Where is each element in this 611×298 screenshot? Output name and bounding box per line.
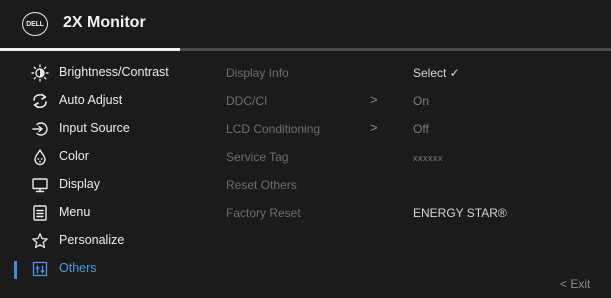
menu-item-input-source[interactable]: Input Source bbox=[0, 115, 190, 143]
star-icon bbox=[31, 232, 49, 250]
menu-item-label: Menu bbox=[59, 205, 91, 219]
brightness-icon bbox=[31, 64, 49, 82]
chevron-right-icon[interactable]: > bbox=[370, 120, 378, 135]
menu-progress-track bbox=[0, 48, 611, 51]
menu-item-color[interactable]: Color bbox=[0, 143, 190, 171]
osd-header: DELL 2X Monitor bbox=[0, 0, 611, 48]
setting-reset-others[interactable]: Reset Others bbox=[226, 178, 297, 192]
chevron-right-icon[interactable]: > bbox=[370, 92, 378, 107]
energy-star-label: ENERGY STAR® bbox=[413, 206, 507, 220]
setting-display-info[interactable]: Display Info bbox=[226, 66, 289, 80]
exit-button[interactable]: < Exit bbox=[560, 277, 590, 291]
menu-item-label: Auto Adjust bbox=[59, 93, 123, 107]
menu-item-label: Color bbox=[59, 149, 89, 163]
menu-item-label: Brightness/Contrast bbox=[59, 65, 169, 79]
ddc-ci-value: On bbox=[413, 94, 430, 108]
display-info-value[interactable]: Select ✓ bbox=[413, 66, 460, 80]
menu-item-label: Input Source bbox=[59, 121, 130, 135]
menu-icon bbox=[31, 204, 49, 222]
menu-item-personalize[interactable]: Personalize bbox=[0, 227, 190, 255]
menu-item-menu[interactable]: Menu bbox=[0, 199, 190, 227]
others-icon bbox=[31, 260, 49, 278]
menu-progress-fill bbox=[0, 48, 180, 51]
menu-item-display[interactable]: Display bbox=[0, 171, 190, 199]
active-indicator bbox=[14, 261, 17, 279]
lcd-conditioning-value: Off bbox=[413, 122, 429, 136]
menu-item-label: Others bbox=[59, 261, 97, 275]
menu-item-auto-adjust[interactable]: Auto Adjust bbox=[0, 87, 190, 115]
setting-ddc-ci[interactable]: DDC/CI bbox=[226, 94, 267, 108]
color-icon bbox=[31, 148, 49, 166]
setting-lcd-conditioning[interactable]: LCD Conditioning bbox=[226, 122, 320, 136]
input-source-icon bbox=[31, 120, 49, 138]
setting-factory-reset[interactable]: Factory Reset bbox=[226, 206, 301, 220]
monitor-title: 2X Monitor bbox=[63, 14, 146, 31]
osd-window: DELL 2X Monitor Brightness/Contrast Auto… bbox=[0, 0, 611, 298]
menu-item-others[interactable]: Others bbox=[0, 255, 190, 283]
service-tag-value: xxxxxx bbox=[413, 153, 443, 163]
dell-logo: DELL bbox=[22, 12, 48, 36]
menu-item-brightness-contrast[interactable]: Brightness/Contrast bbox=[0, 59, 190, 87]
setting-service-tag[interactable]: Service Tag bbox=[226, 150, 288, 164]
menu-item-label: Display bbox=[59, 177, 100, 191]
menu-item-label: Personalize bbox=[59, 233, 125, 247]
auto-adjust-icon bbox=[31, 92, 49, 110]
display-icon bbox=[31, 176, 49, 194]
